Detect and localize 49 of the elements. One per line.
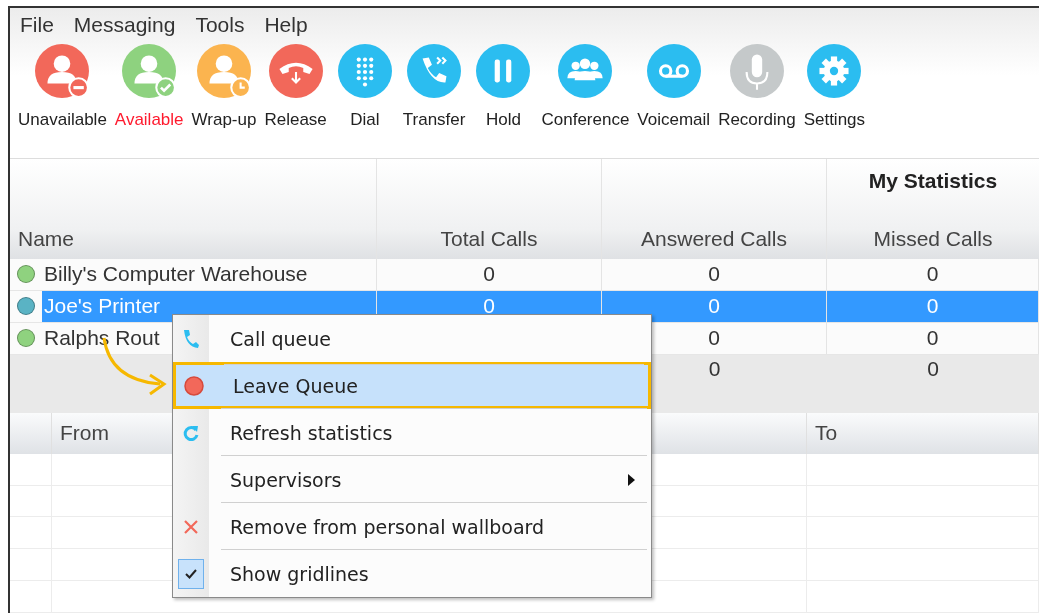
submenu-arrow-icon [628,473,635,486]
phone-transfer-icon [407,44,462,98]
menu-item[interactable]: Messaging [73,13,176,37]
toolbar-button[interactable]: Transfer [400,40,468,130]
table-cell: 0 [827,290,1039,322]
toolbar-button[interactable]: Voicemail [635,40,713,130]
context-menu-item[interactable]: Show gridlines [173,550,651,597]
total-cell-text: 0 [926,355,940,382]
context-menu-item[interactable]: Leave Queue [173,362,651,409]
check-icon [185,568,197,579]
toolbar-button[interactable]: Wrap-up [189,40,259,130]
person-minus-icon [35,44,90,98]
toolbar-button[interactable]: Settings [801,40,868,130]
table-cell: 0 [377,259,602,290]
toolbar-button[interactable]: Dial [332,40,397,130]
toolbar-button[interactable]: Unavailable [16,40,109,130]
toolbar-button[interactable]: Recording [716,40,798,130]
total-cell-text: 0 [707,355,722,382]
column-header[interactable]: Missed Calls [873,227,993,252]
person-clock-icon [196,44,251,98]
context-menu-item[interactable]: Refresh statistics [173,409,651,456]
menu-item[interactable]: Tools [195,13,245,37]
menu-item[interactable]: File [20,13,54,37]
table-cell: 0 [602,259,827,290]
toolbar-button[interactable]: Conference [539,40,632,130]
column-header[interactable]: To [807,412,1039,454]
context-menu-item[interactable]: Supervisors [173,456,651,503]
dialpad-icon [337,44,392,98]
microphone-icon [729,44,784,98]
checkbox[interactable] [178,558,204,589]
group-heading: My Statistics [868,169,998,193]
table-cell: 0 [827,322,1039,354]
refresh-icon [182,423,200,442]
hang-up-icon [268,44,323,98]
toolbar-button[interactable]: Release [262,40,329,130]
settings-icon [807,44,862,98]
table-cell: 0 [827,259,1039,290]
toolbar-button[interactable]: Available [112,40,186,130]
toolbar-button[interactable]: Hold [471,40,536,130]
context-menu-item[interactable]: Remove from personal wallboard [173,503,651,550]
close-icon [183,518,199,535]
dot-icon [184,375,204,396]
group-icon [558,44,613,98]
pause-icon [476,44,531,98]
menu-item[interactable]: Help [264,13,308,37]
voicemail-icon [646,44,701,98]
person-check-icon [122,44,177,98]
table-cell[interactable]: Billy's Computer Warehouse [42,259,377,290]
phone-icon [182,328,200,349]
